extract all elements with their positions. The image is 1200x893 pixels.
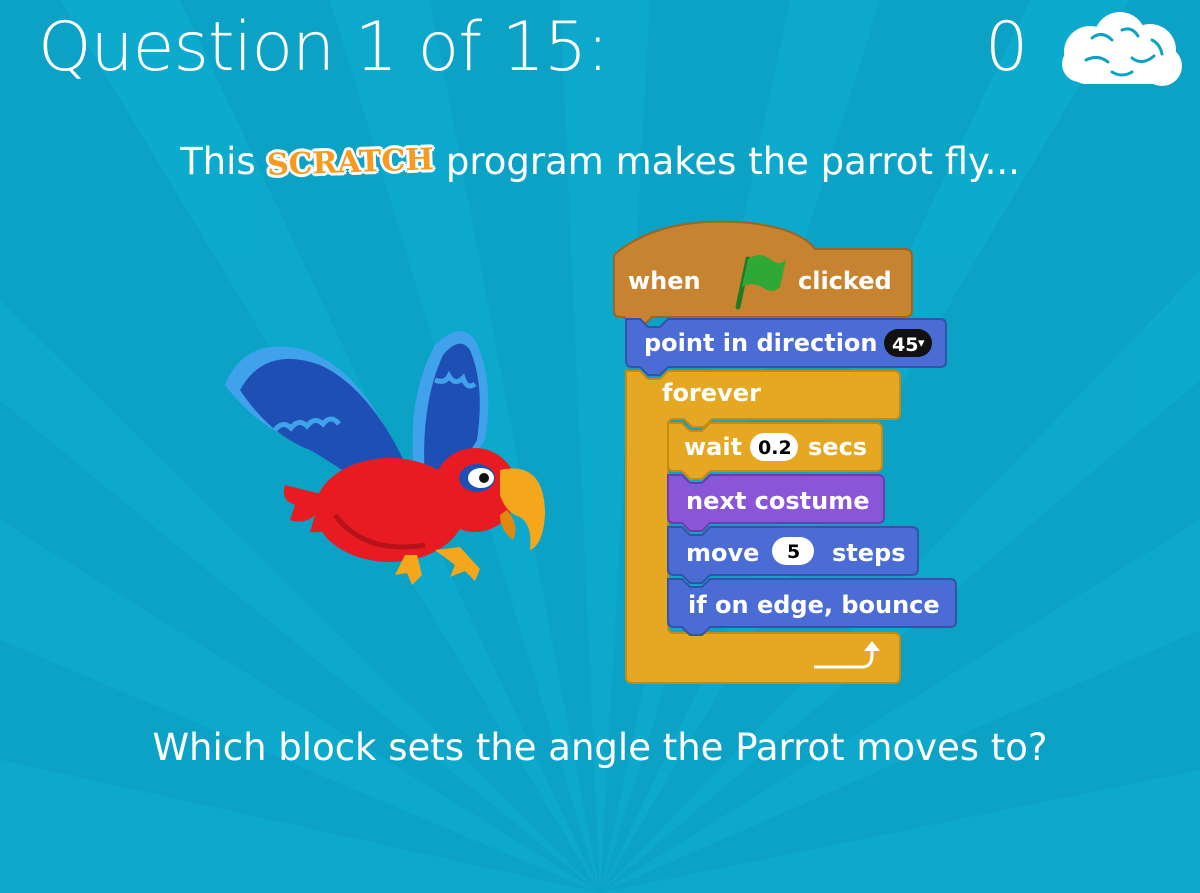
move-steps-block[interactable]: move 5 steps [667,526,919,584]
intro-text: This SCRATCH program makes the parrot fl… [0,140,1200,183]
direction-value: 45 [892,334,918,356]
when-flag-clicked-block[interactable]: when clicked [613,220,913,326]
point-label: point in direction [644,329,878,357]
next-costume-block[interactable]: next costume [667,474,885,532]
forever-label: forever [662,379,761,407]
score-value: 0 [985,8,1029,87]
wait-value: 0.2 [758,437,792,459]
scratch-script: when clicked point in direction 45 ▾ for… [613,220,957,684]
move-label: move [686,539,759,567]
question-text: Which block sets the angle the Parrot mo… [152,726,1048,769]
intro-after: program makes the parrot fly... [445,140,1020,183]
wait-label: wait [684,433,742,461]
hat-label-clicked: clicked [798,267,892,295]
if-on-edge-bounce-block[interactable]: if on edge, bounce [667,578,957,636]
move-unit: steps [832,539,906,567]
bounce-label: if on edge, bounce [688,591,940,619]
wait-block[interactable]: wait 0.2 secs [667,422,883,480]
move-value: 5 [787,541,800,563]
chevron-down-icon: ▾ [918,336,925,351]
parrot-image [225,331,545,585]
point-in-direction-block[interactable]: point in direction 45 ▾ [625,318,947,376]
hat-label-when: when [628,267,701,295]
wait-unit: secs [808,433,867,461]
intro-before: This [180,140,256,183]
brain-cloud-icon [1062,12,1182,86]
scratch-logo: SCRATCH [266,142,435,183]
question-counter: Question 1 of 15: [38,8,609,87]
costume-label: next costume [686,487,870,515]
